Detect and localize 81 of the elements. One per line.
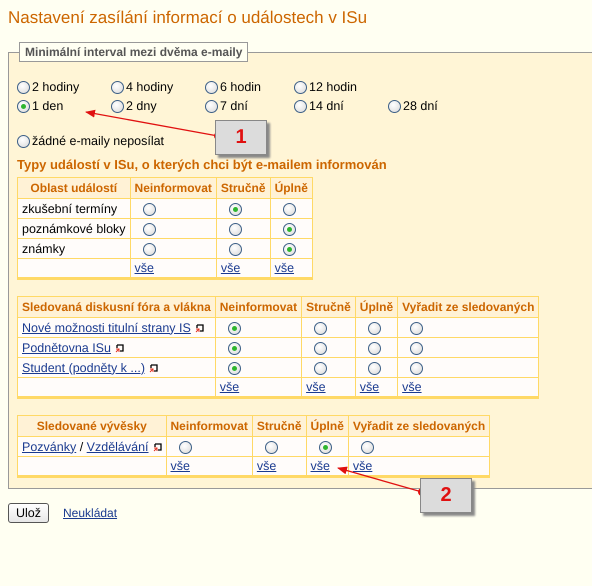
callout-number: 2: [420, 478, 472, 513]
column-header: Úplně: [355, 296, 398, 318]
row-label: známky: [22, 242, 66, 256]
section-heading: Typy událostí v ISu, o kterých chci být e-mailem informován: [17, 157, 388, 172]
callout-number: 1: [215, 120, 267, 155]
column-header: Stručně: [302, 296, 356, 318]
column-header: Vyřadit ze sledovaných: [348, 416, 490, 436]
radio-button[interactable]: [205, 80, 218, 94]
cancel-link[interactable]: Neukládat: [63, 506, 118, 520]
radio-button[interactable]: [142, 243, 156, 256]
column-header: Neinformovat: [215, 296, 302, 318]
column-header: Vyřadit ze sledovaných: [398, 296, 539, 318]
radio-button[interactable]: [368, 362, 381, 375]
radio-button[interactable]: [228, 243, 242, 256]
radio-button[interactable]: [111, 100, 124, 112]
radio-button[interactable]: [228, 342, 241, 355]
column-header: Neinformovat: [130, 178, 216, 198]
row-label: zkušební termíny: [22, 202, 118, 216]
radio-button[interactable]: [314, 362, 328, 375]
radio-button[interactable]: [228, 322, 241, 335]
external-link-icon: [194, 324, 204, 333]
radio-button[interactable]: [368, 322, 381, 335]
select-all-link[interactable]: vše: [402, 380, 422, 394]
panel-legend: Minimální interval mezi dvěma e-maily: [19, 42, 248, 62]
radio-option[interactable]: 6 hodin: [205, 78, 262, 95]
radio-button[interactable]: [17, 80, 30, 94]
radio-button[interactable]: [264, 441, 278, 454]
radio-button[interactable]: [368, 342, 381, 355]
column-header: Stručně: [252, 416, 306, 436]
radio-option[interactable]: 2 dny: [111, 97, 157, 114]
radio-button[interactable]: [17, 100, 30, 112]
radio-button[interactable]: [17, 134, 30, 148]
column-header: Neinformovat: [166, 416, 252, 436]
select-all-link[interactable]: vše: [134, 261, 154, 275]
radio-button[interactable]: [314, 322, 328, 335]
column-header: Sledované vývěsky: [18, 416, 166, 436]
row-label: poznámkové bloky: [22, 222, 126, 236]
radio-button[interactable]: [410, 362, 424, 375]
external-link-icon: [114, 344, 124, 353]
radio-button[interactable]: [228, 203, 242, 216]
radio-button[interactable]: [282, 243, 296, 256]
radio-button[interactable]: [410, 322, 424, 335]
radio-button[interactable]: [142, 223, 156, 236]
radio-option[interactable]: 12 hodin: [294, 78, 357, 95]
radio-option[interactable]: 28 dní: [388, 97, 438, 114]
radio-option[interactable]: 7 dní: [205, 97, 248, 114]
radio-button[interactable]: [318, 441, 332, 454]
radio-button[interactable]: [360, 441, 374, 454]
radio-button[interactable]: [228, 223, 242, 236]
radio-button[interactable]: [410, 342, 424, 355]
radio-button[interactable]: [282, 223, 296, 236]
save-button[interactable]: Ulož: [8, 503, 50, 523]
separator-text: /: [78, 440, 84, 454]
column-header: Úplně: [306, 416, 348, 436]
radio-option[interactable]: 4 hodiny: [111, 78, 174, 95]
select-all-link[interactable]: vše: [352, 459, 372, 473]
radio-button[interactable]: [205, 100, 218, 112]
external-link-icon: [152, 442, 162, 452]
select-all-link[interactable]: vše: [170, 459, 190, 473]
radio-option[interactable]: 14 dní: [294, 97, 344, 114]
column-header: Stručně: [216, 178, 270, 198]
radio-button[interactable]: [111, 80, 124, 94]
radio-button[interactable]: [294, 80, 307, 94]
column-header: Sledovaná diskusní fóra a vlákna: [18, 296, 216, 318]
radio-button[interactable]: [294, 100, 307, 112]
item-link[interactable]: Pozvánky: [22, 440, 76, 454]
radio-button[interactable]: [282, 203, 296, 216]
column-header: Oblast událostí: [18, 178, 130, 198]
radio-button[interactable]: [178, 441, 192, 454]
radio-option[interactable]: 1 den: [17, 97, 64, 114]
column-header: Úplně: [270, 178, 312, 198]
radio-option[interactable]: žádné e-maily neposílat: [17, 132, 164, 149]
radio-button[interactable]: [142, 203, 156, 216]
radio-option[interactable]: 2 hodiny: [17, 78, 80, 95]
page-title: Nastavení zasílání informací o událostech v ISu: [8, 7, 368, 28]
select-all-link[interactable]: vše: [220, 380, 240, 394]
item-link[interactable]: Vzdělávání: [86, 440, 149, 454]
external-link-icon: [149, 364, 158, 373]
radio-button[interactable]: [314, 342, 328, 355]
radio-button[interactable]: [388, 100, 401, 112]
radio-button[interactable]: [228, 362, 241, 375]
